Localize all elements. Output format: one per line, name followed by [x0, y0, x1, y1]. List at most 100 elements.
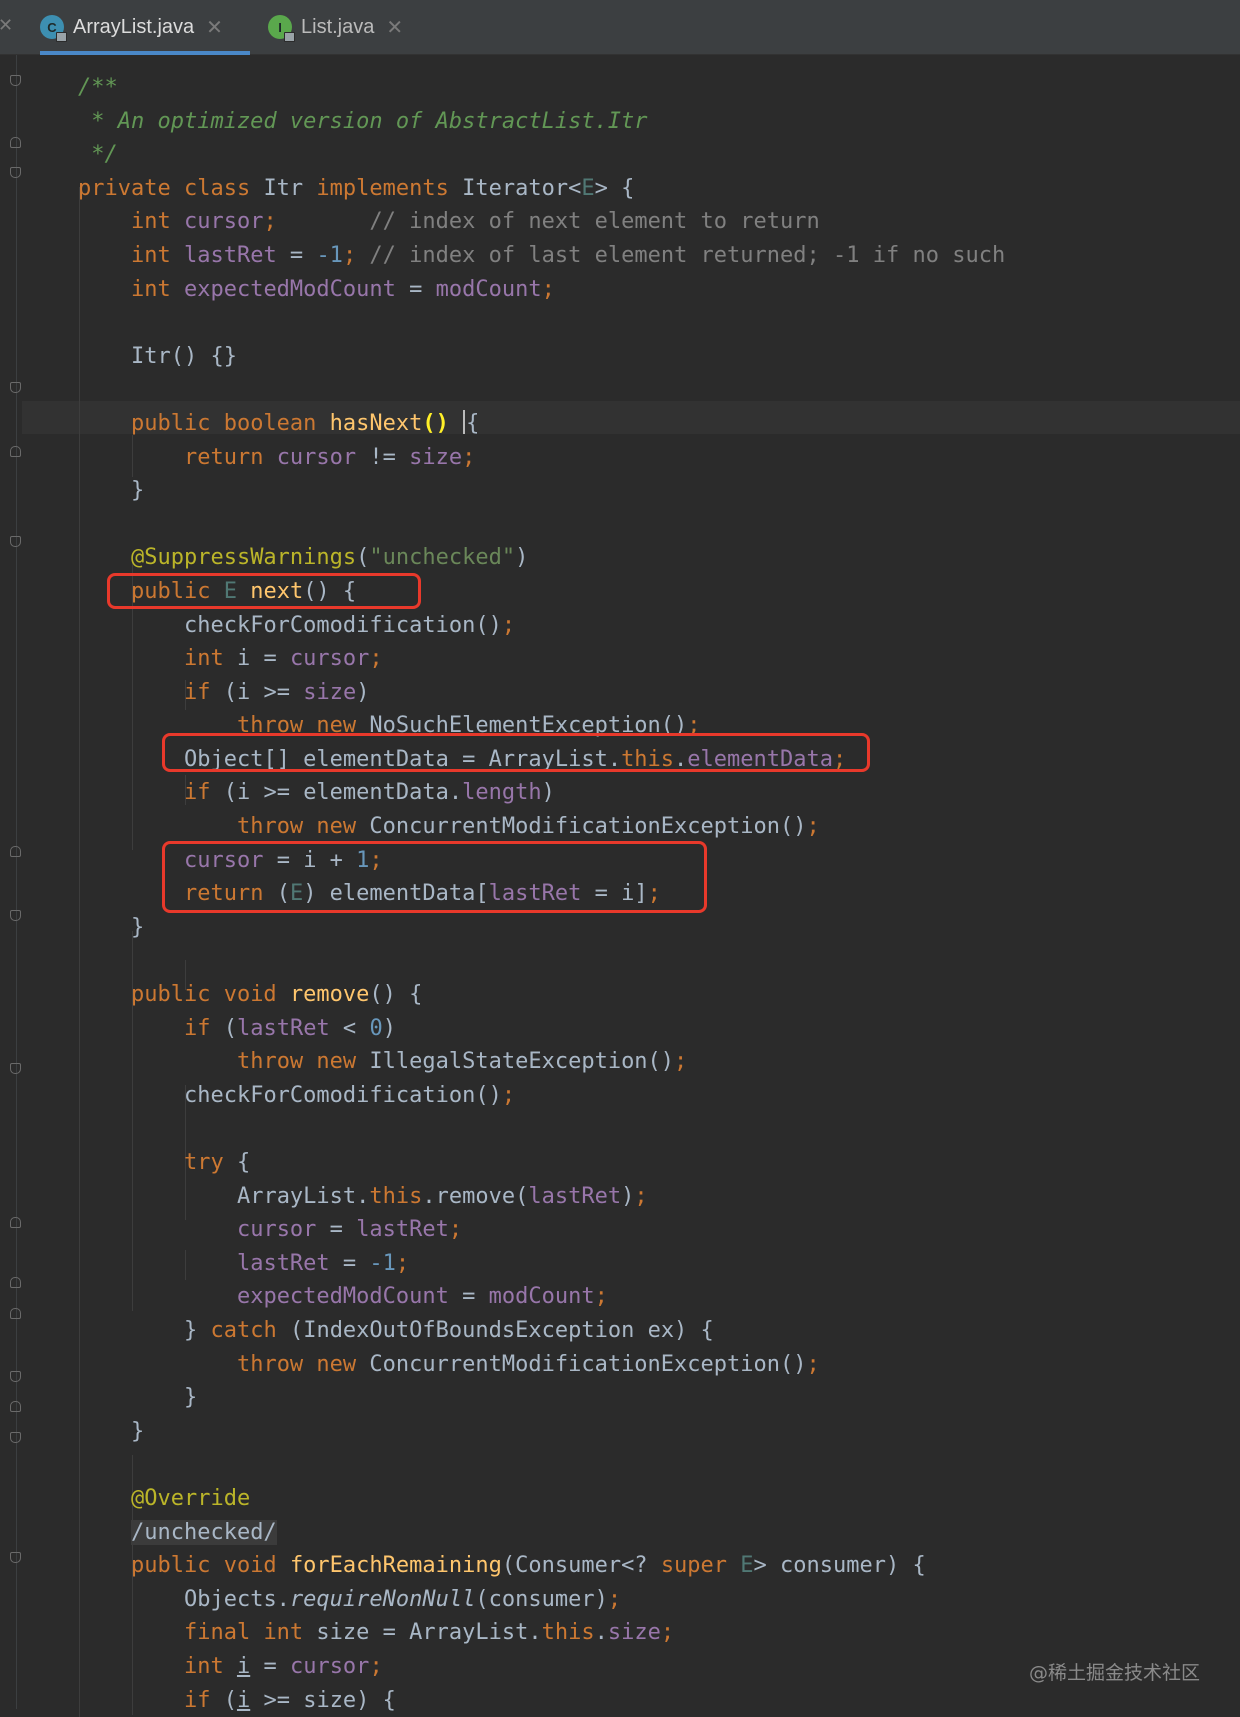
keyword: super: [661, 1553, 740, 1578]
field-name: size: [608, 1620, 661, 1645]
fold-icon[interactable]: [10, 446, 21, 457]
fold-icon[interactable]: [10, 167, 21, 178]
code-text: .remove(: [422, 1184, 528, 1209]
code-line: ArrayList.this.remove(lastRet);: [78, 1180, 1005, 1214]
tab-list-java[interactable]: I List.java ✕: [268, 0, 428, 54]
annotation: @SuppressWarnings: [131, 545, 356, 570]
code-line: * An optimized version of AbstractList.I…: [78, 105, 1005, 139]
keyword: catch: [210, 1318, 289, 1343]
code-line: try {: [78, 1146, 1005, 1180]
keyword: public boolean: [131, 411, 330, 436]
code-line: cursor = lastRet;: [78, 1213, 1005, 1247]
code-line: throw new ConcurrentModificationExceptio…: [78, 810, 1005, 844]
fold-icon[interactable]: [10, 1401, 21, 1412]
code-text: () {: [369, 982, 422, 1007]
tab-close-icon[interactable]: ✕: [386, 15, 403, 40]
code-text: }: [184, 1318, 211, 1343]
code-line: @SuppressWarnings("unchecked"): [78, 541, 1005, 575]
code-line: throw new ConcurrentModificationExceptio…: [78, 1348, 1005, 1382]
code-line: @Override: [78, 1482, 1005, 1516]
code-text: }: [184, 1385, 197, 1410]
code-line: }: [78, 1381, 1005, 1415]
tab-close-icon[interactable]: ✕: [206, 15, 223, 40]
semicolon: ;: [502, 1083, 515, 1108]
fold-icon[interactable]: [10, 910, 21, 921]
code-text: Objects.: [184, 1587, 290, 1612]
field-name: lastRet: [356, 1217, 449, 1242]
code-text: }: [131, 478, 144, 503]
code-line: }: [78, 474, 1005, 508]
code-line: Itr() {}: [78, 340, 1005, 374]
keyword: int: [131, 277, 184, 302]
method-call: checkForComodification(): [184, 613, 502, 638]
fold-icon[interactable]: [10, 536, 21, 547]
fold-icon[interactable]: [10, 1217, 21, 1228]
semicolon: ;: [542, 277, 555, 302]
fold-icon[interactable]: [10, 1371, 21, 1382]
fold-icon[interactable]: [10, 75, 21, 86]
keyword: public void: [131, 1553, 290, 1578]
type-name: Iterator<: [462, 176, 581, 201]
code-text: ): [515, 545, 528, 570]
operator: =: [277, 243, 317, 268]
code-text: {: [237, 1150, 250, 1175]
code-line: if (i >= size) {: [78, 1684, 1005, 1717]
fold-icon[interactable]: [10, 846, 21, 857]
fold-icon[interactable]: [10, 137, 21, 148]
constructor-call: ConcurrentModificationException(): [369, 814, 806, 839]
semicolon: ;: [343, 243, 356, 268]
fold-icon[interactable]: [10, 1277, 21, 1288]
keyword: throw new: [237, 1352, 369, 1377]
code-line: [78, 508, 1005, 542]
code-text: (i >= elementData.: [224, 780, 462, 805]
operator: =: [250, 1654, 290, 1679]
doc-comment: /**: [78, 75, 118, 100]
tab-label: ArrayList.java: [73, 16, 194, 39]
code-text: ): [356, 680, 369, 705]
semicolon: ;: [369, 1654, 382, 1679]
field-name: lastRet: [184, 243, 277, 268]
operator: =: [330, 1251, 370, 1276]
close-icon[interactable]: ✕: [0, 15, 13, 36]
code-text: (consumer): [475, 1587, 607, 1612]
fold-icon[interactable]: [10, 382, 21, 393]
code-editor[interactable]: /** * An optimized version of AbstractLi…: [0, 55, 1240, 1709]
code-text: > consumer) {: [754, 1553, 926, 1578]
number-literal: -1: [369, 1251, 396, 1276]
code-line: public void remove() {: [78, 978, 1005, 1012]
keyword: final int: [184, 1620, 316, 1645]
code-text: (IndexOutOfBoundsException ex) {: [290, 1318, 714, 1343]
code-line: /**: [78, 71, 1005, 105]
gutter: [16, 55, 17, 1709]
code-line: checkForComodification();: [78, 1079, 1005, 1113]
code-text: > {: [595, 176, 635, 201]
code-line: public boolean hasNext() {: [78, 407, 1005, 441]
string-literal: "unchecked": [369, 545, 515, 570]
keyword: this: [542, 1620, 595, 1645]
number-literal: -1: [316, 243, 343, 268]
field-name: expectedModCount: [184, 277, 396, 302]
code-line: int cursor; // index of next element to …: [78, 205, 1005, 239]
code-line: private class Itr implements Iterator<E>…: [78, 172, 1005, 206]
code-line: [78, 306, 1005, 340]
fold-icon[interactable]: [10, 1063, 21, 1074]
code-text: {: [466, 411, 479, 436]
class-icon: C: [40, 15, 64, 39]
keyword: int: [184, 1654, 237, 1679]
annotation: @Override: [131, 1486, 250, 1511]
code-line: int expectedModCount = modCount;: [78, 273, 1005, 307]
code-line: if (i >= elementData.length): [78, 776, 1005, 810]
keyword: throw new: [237, 1049, 369, 1074]
variable-name: i: [237, 1654, 250, 1679]
keyword: return: [184, 445, 277, 470]
fold-icon[interactable]: [10, 1552, 21, 1563]
code-text: ArrayList.: [237, 1184, 369, 1209]
lock-icon: [284, 32, 295, 42]
fold-icon[interactable]: [10, 1308, 21, 1319]
tab-arraylist-java[interactable]: C ArrayList.java ✕: [40, 0, 250, 54]
line-comment: // index of last element returned; -1 if…: [356, 243, 1005, 268]
code-line: throw new IllegalStateException();: [78, 1045, 1005, 1079]
fold-icon[interactable]: [10, 1432, 21, 1443]
code-line: if (i >= size): [78, 676, 1005, 710]
line-comment: // index of next element to return: [277, 209, 820, 234]
